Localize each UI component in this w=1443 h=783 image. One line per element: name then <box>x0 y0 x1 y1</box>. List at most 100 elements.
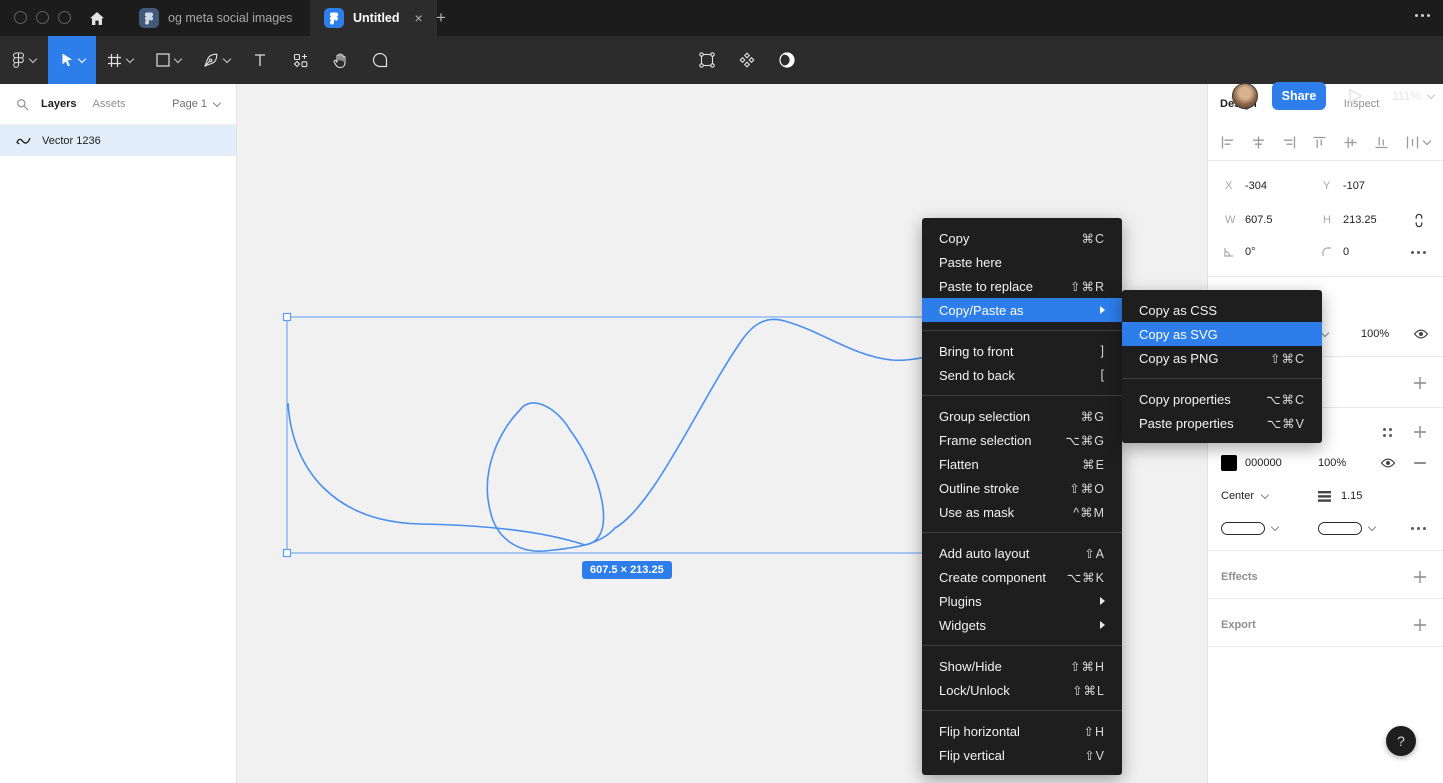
stroke-align-select[interactable]: Center <box>1221 490 1268 502</box>
hand-tool-button[interactable] <box>320 36 360 84</box>
minimize-window-icon[interactable] <box>36 11 49 24</box>
corner-radius-icon <box>1321 246 1333 258</box>
menu-separator <box>922 330 1122 331</box>
menu-item-widgets[interactable]: Widgets <box>922 613 1122 637</box>
tab-untitled[interactable]: Untitled × <box>310 0 437 36</box>
use-as-mask-button[interactable] <box>772 36 802 84</box>
figma-window: { "colors": { "accent": "#2d7deb", "sele… <box>0 0 1443 783</box>
frame-tool-button[interactable] <box>96 36 144 84</box>
new-tab-button[interactable]: + <box>428 6 454 30</box>
menu-item-group-selection[interactable]: Group selection⌘G <box>922 404 1122 428</box>
menu-item-lock-unlock[interactable]: Lock/Unlock⇧⌘L <box>922 678 1122 702</box>
stroke-weight-input[interactable]: 1.15 <box>1341 490 1362 502</box>
y-input[interactable]: -107 <box>1343 180 1365 192</box>
corner-radius-input[interactable]: 0 <box>1343 246 1349 258</box>
menu-item-frame-selection[interactable]: Frame selection⌥⌘G <box>922 428 1122 452</box>
stroke-color-swatch[interactable] <box>1221 455 1237 471</box>
stroke-opacity-input[interactable]: 100% <box>1318 457 1346 469</box>
x-input[interactable]: -304 <box>1245 180 1267 192</box>
page-selector[interactable]: Page 1 <box>172 98 220 110</box>
add-export-button[interactable] <box>1413 618 1427 632</box>
visibility-toggle[interactable] <box>1413 328 1429 340</box>
stroke-cap-select[interactable] <box>1318 522 1362 535</box>
resources-tool-button[interactable] <box>280 36 320 84</box>
titlebar: og meta social images Untitled × + <box>0 0 1443 36</box>
chevron-down-icon[interactable] <box>1369 527 1375 530</box>
menu-item-plugins[interactable]: Plugins <box>922 589 1122 613</box>
avatar[interactable] <box>1232 83 1258 109</box>
align-bottom-icon[interactable] <box>1375 136 1388 149</box>
distribute-menu[interactable] <box>1406 136 1430 149</box>
menu-item-flatten[interactable]: Flatten⌘E <box>922 452 1122 476</box>
menu-item-outline-stroke[interactable]: Outline stroke⇧⌘O <box>922 476 1122 500</box>
menu-item-create-component[interactable]: Create component⌥⌘K <box>922 565 1122 589</box>
menu-item-show-hide[interactable]: Show/Hide⇧⌘H <box>922 654 1122 678</box>
menu-item-paste-properties[interactable]: Paste properties⌥⌘V <box>1122 411 1322 435</box>
remove-stroke-button[interactable] <box>1414 462 1426 464</box>
stroke-style-select[interactable] <box>1221 522 1265 535</box>
eye-icon <box>1380 457 1396 469</box>
more-options-button[interactable] <box>1411 251 1426 254</box>
align-left-icon[interactable] <box>1221 136 1234 149</box>
ellipsis-icon <box>1411 251 1426 254</box>
shape-tool-button[interactable] <box>144 36 192 84</box>
layer-opacity-input[interactable]: 100% <box>1361 328 1389 340</box>
search-icon[interactable] <box>16 98 29 111</box>
menu-item-flip-vertical[interactable]: Flip vertical⇧V <box>922 743 1122 767</box>
close-window-icon[interactable] <box>14 11 27 24</box>
tab-assets[interactable]: Assets <box>92 98 125 110</box>
align-vertical-center-icon[interactable] <box>1344 136 1357 149</box>
add-fill-button[interactable] <box>1413 376 1427 390</box>
menu-item-copy-as-svg[interactable]: Copy as SVG <box>1122 322 1322 346</box>
home-button[interactable] <box>86 8 108 28</box>
menu-item-send-to-back[interactable]: Send to back[ <box>922 363 1122 387</box>
menu-item-copy-as-png[interactable]: Copy as PNG⇧⌘C <box>1122 346 1322 370</box>
menu-item-use-as-mask[interactable]: Use as mask^⌘M <box>922 500 1122 524</box>
text-tool-button[interactable] <box>240 36 280 84</box>
tab-layers[interactable]: Layers <box>41 98 76 110</box>
menu-item-copy[interactable]: Copy⌘C <box>922 226 1122 250</box>
align-horizontal-center-icon[interactable] <box>1252 136 1265 149</box>
close-tab-icon[interactable]: × <box>415 10 423 26</box>
window-controls[interactable] <box>14 11 71 24</box>
titlebar-overflow-button[interactable] <box>1415 14 1430 17</box>
layer-row-vector-1236[interactable]: Vector 1236 <box>0 125 236 156</box>
menu-item-copy-properties[interactable]: Copy properties⌥⌘C <box>1122 387 1322 411</box>
create-component-button[interactable] <box>732 36 762 84</box>
share-button[interactable]: Share <box>1272 82 1326 110</box>
menu-item-add-auto-layout[interactable]: Add auto layout⇧A <box>922 541 1122 565</box>
stroke-visibility-toggle[interactable] <box>1380 457 1396 469</box>
maximize-window-icon[interactable] <box>58 11 71 24</box>
position-row: X -304 Y -107 <box>1208 172 1443 200</box>
comment-tool-button[interactable] <box>360 36 400 84</box>
chevron-down-icon[interactable] <box>1322 333 1328 336</box>
effects-label: Effects <box>1221 571 1258 583</box>
menu-item-copy-paste-as[interactable]: Copy/Paste as <box>922 298 1122 322</box>
edit-object-button[interactable] <box>692 36 722 84</box>
styles-icon[interactable] <box>1383 428 1392 437</box>
menu-item-paste-to-replace[interactable]: Paste to replace⇧⌘R <box>922 274 1122 298</box>
move-tool-button[interactable] <box>48 36 96 84</box>
menu-item-flip-horizontal[interactable]: Flip horizontal⇧H <box>922 719 1122 743</box>
align-right-icon[interactable] <box>1283 136 1296 149</box>
rectangle-icon <box>156 53 170 67</box>
pen-tool-button[interactable] <box>192 36 240 84</box>
zoom-menu[interactable]: 111% <box>1392 89 1434 103</box>
menu-item-copy-as-css[interactable]: Copy as CSS <box>1122 298 1322 322</box>
constrain-proportions-toggle[interactable] <box>1413 213 1425 228</box>
menu-item-paste-here[interactable]: Paste here <box>922 250 1122 274</box>
align-top-icon[interactable] <box>1313 136 1326 149</box>
menu-item-bring-to-front[interactable]: Bring to front] <box>922 339 1122 363</box>
add-stroke-button[interactable] <box>1413 425 1427 439</box>
height-input[interactable]: 213.25 <box>1343 214 1377 226</box>
present-button[interactable] <box>1348 88 1364 104</box>
main-menu-button[interactable] <box>0 36 48 84</box>
help-button[interactable]: ? <box>1386 726 1416 756</box>
rotation-input[interactable]: 0° <box>1245 246 1256 258</box>
add-effect-button[interactable] <box>1413 570 1427 584</box>
tab-og-meta-social-images[interactable]: og meta social images <box>125 0 310 36</box>
width-input[interactable]: 607.5 <box>1245 214 1273 226</box>
stroke-hex-input[interactable]: 000000 <box>1245 457 1282 469</box>
advanced-stroke-button[interactable] <box>1411 527 1426 530</box>
chevron-down-icon[interactable] <box>1272 527 1278 530</box>
